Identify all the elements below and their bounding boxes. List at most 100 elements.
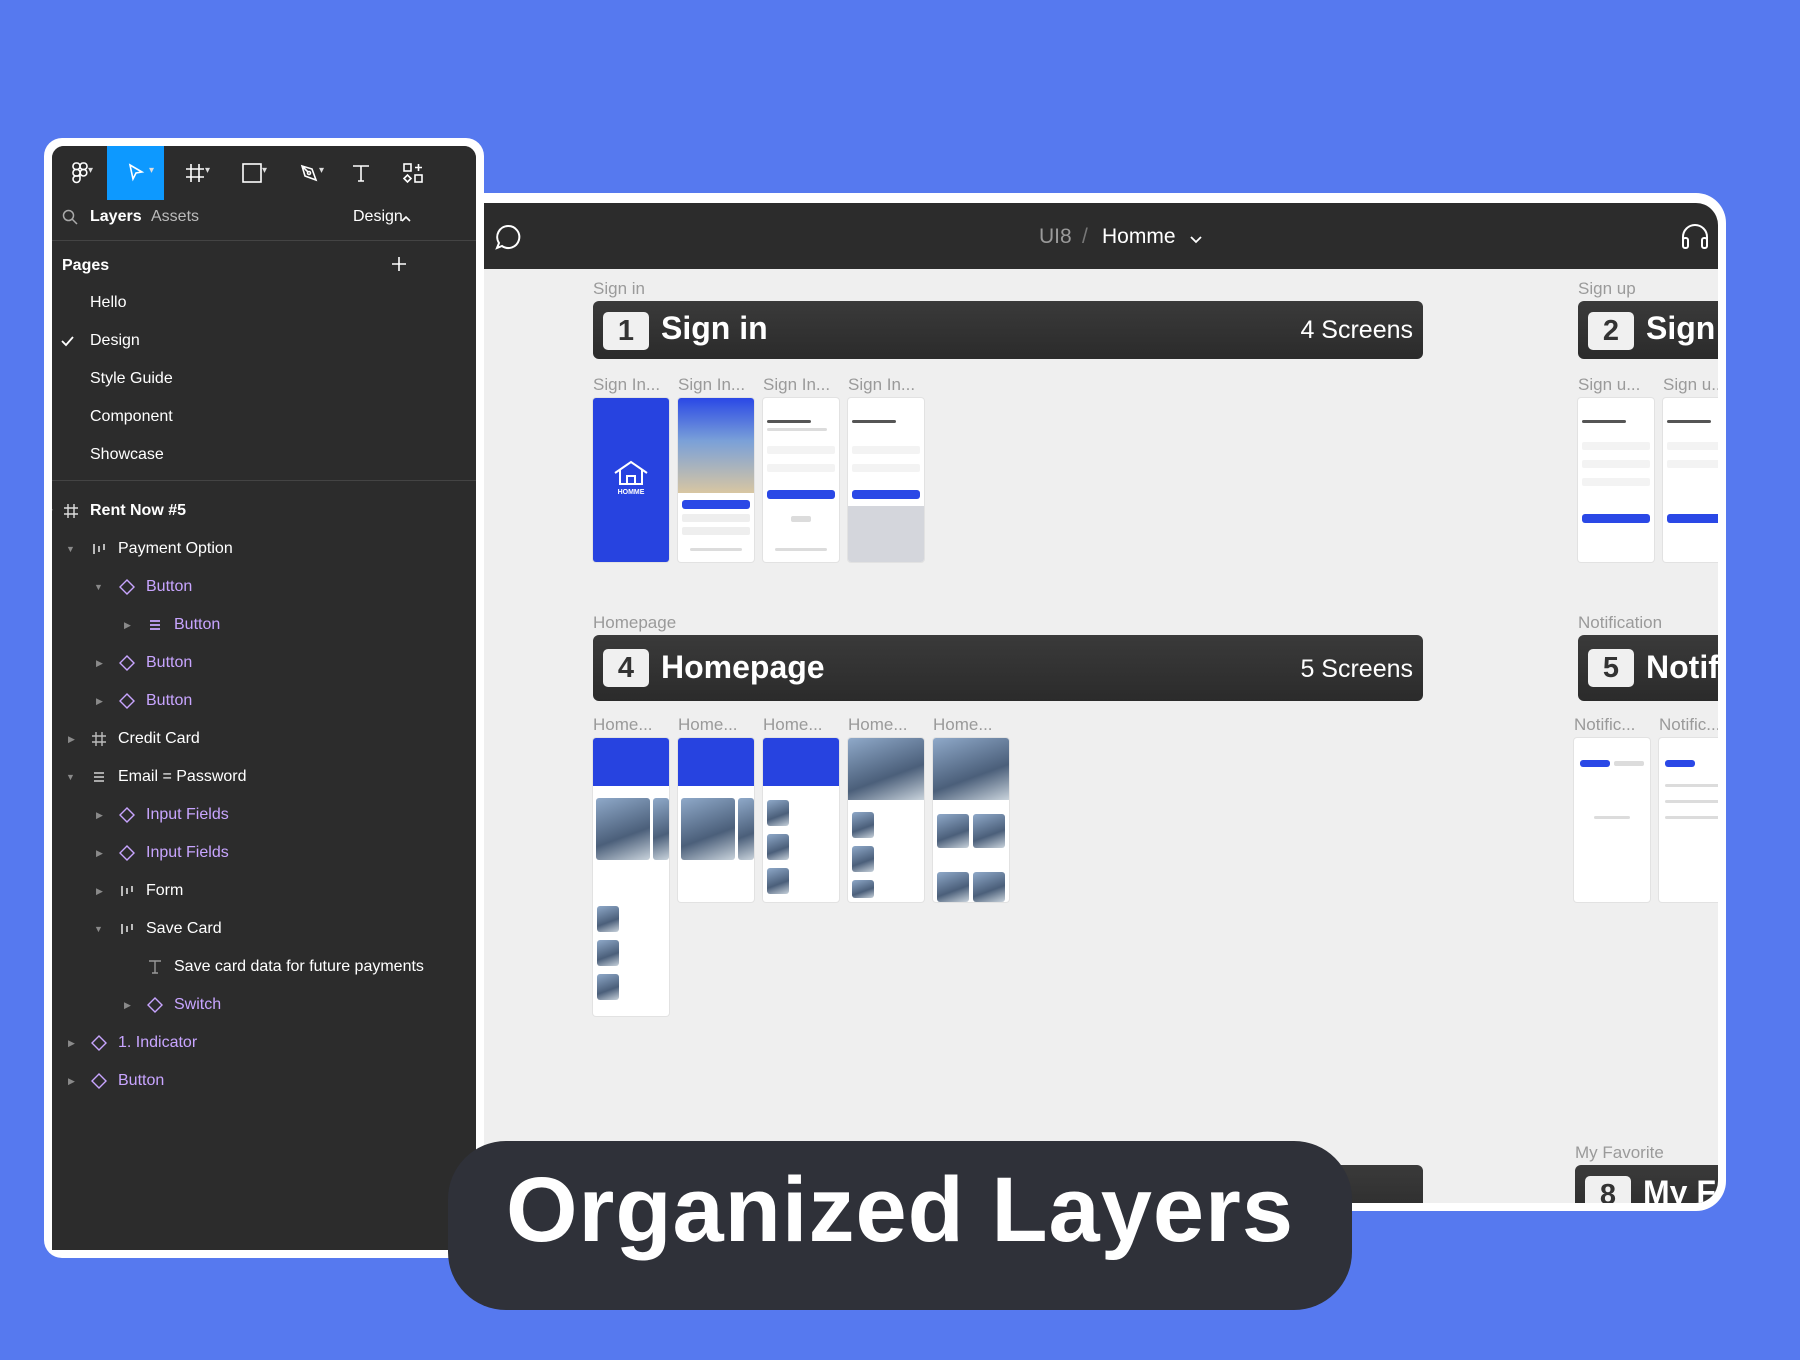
layer-row-button[interactable]: ▶ Button — [52, 682, 476, 720]
section-title: Homepage — [661, 649, 825, 685]
auto-layout-horizontal-icon — [146, 616, 164, 634]
layer-row-input-fields[interactable]: ▶ Input Fields — [52, 796, 476, 834]
section-label-sign-in: Sign in — [593, 279, 645, 298]
tab-layers[interactable]: Layers — [90, 208, 142, 226]
instance-diamond-icon — [118, 844, 136, 862]
frame-label: Home... — [678, 715, 738, 734]
frame-thumbnail-signup-filled[interactable] — [1663, 398, 1718, 562]
frame-label: Sign u... — [1663, 375, 1718, 394]
frame-thumbnail-signup[interactable] — [1578, 398, 1654, 562]
house-logo-icon — [614, 460, 648, 485]
frame-thumbnail-login[interactable] — [763, 398, 839, 562]
figma-menu-button[interactable]: ▾ — [52, 146, 107, 200]
layer-row-credit-card[interactable]: ▶ Credit Card — [52, 720, 476, 758]
rectangle-icon — [241, 163, 262, 183]
layer-label: Form — [146, 882, 184, 899]
shape-tool-button[interactable]: ▾ — [224, 146, 279, 200]
page-label: Design — [90, 332, 140, 349]
frame-label: Notific... — [1574, 715, 1636, 734]
page-item-style-guide[interactable]: Style Guide — [52, 360, 476, 398]
layer-row-form[interactable]: ▶ Form — [52, 872, 476, 910]
section-number-badge: 5 — [1588, 649, 1634, 687]
section-header-sign-up[interactable]: 2 Sign — [1578, 301, 1718, 359]
instance-diamond-icon — [118, 692, 136, 710]
main-toolbar: ▾ ▾ ▾ ▾ ▾ — [52, 146, 476, 200]
pages-heading: Pages — [62, 257, 110, 274]
layer-row-save-card-text[interactable]: Save card data for future payments — [52, 948, 476, 986]
layer-row-save-card[interactable]: ▼ Save Card — [52, 910, 476, 948]
auto-layout-vertical-icon — [90, 540, 108, 558]
section-label-my-favorite: My Favorite — [1575, 1143, 1664, 1162]
layer-row-button[interactable]: ▶ Button — [52, 1062, 476, 1100]
frame-label: Sign In... — [593, 375, 661, 394]
section-header-sign-in[interactable]: 1 Sign in 4 Screens — [593, 301, 1423, 359]
layer-label: Button — [118, 1072, 165, 1089]
section-number-badge: 1 — [603, 312, 649, 350]
frame-tool-button[interactable]: ▾ — [167, 146, 222, 200]
layer-row-indicator[interactable]: ▶ 1. Indicator — [52, 1024, 476, 1062]
design-dropdown[interactable]: Design — [353, 208, 403, 226]
move-tool-button[interactable]: ▾ — [107, 146, 164, 200]
frame-thumbnail-notification-empty[interactable] — [1574, 738, 1650, 902]
text-t-icon — [353, 165, 369, 182]
resources-tool-button[interactable] — [388, 146, 438, 200]
search-icon[interactable] — [62, 209, 78, 230]
section-number-badge: 4 — [603, 649, 649, 687]
auto-layout-horizontal-icon — [90, 768, 108, 786]
layer-row-rent-now[interactable]: ▾ Rent Now #5 — [52, 492, 476, 530]
page-label: Component — [90, 408, 173, 425]
layers-panel-card: ▾ ▾ ▾ ▾ ▾ Layers Assets Design Pages Hel… — [44, 138, 484, 1258]
page-item-design[interactable]: Design — [52, 322, 476, 360]
canvas-area[interactable]: UI8 / Homme Sign in Sign up Homepage Not… — [450, 203, 1718, 1203]
section-label-homepage: Homepage — [593, 613, 677, 632]
frame-label: Sign u... — [1578, 375, 1641, 394]
comment-icon[interactable] — [494, 223, 522, 256]
layer-label: Rent Now #5 — [90, 502, 187, 519]
layer-row-email-password[interactable]: ▼ Email = Password — [52, 758, 476, 796]
page-item-hello[interactable]: Hello — [52, 284, 476, 322]
frame-thumbnail-notification-list[interactable] — [1659, 738, 1718, 902]
frame-label: Notific... — [1659, 715, 1718, 734]
frame-thumbnail-onboarding[interactable] — [678, 398, 754, 562]
layer-row-input-fields[interactable]: ▶ Input Fields — [52, 834, 476, 872]
pen-tool-button[interactable]: ▾ — [281, 146, 336, 200]
section-title: Sign — [1646, 310, 1716, 346]
caption-title: Organized Layers — [505, 1159, 1295, 1261]
text-tool-button[interactable] — [336, 146, 386, 200]
frame-thumbnail-home[interactable] — [678, 738, 754, 902]
chevron-up-icon[interactable] — [401, 210, 411, 228]
section-header-notification[interactable]: 5 Notifi — [1578, 635, 1718, 701]
frame-thumbnail-home-featured[interactable] — [848, 738, 924, 902]
page-item-showcase[interactable]: Showcase — [52, 436, 476, 474]
frame-thumbnail-login-keyboard[interactable] — [848, 398, 924, 562]
tab-assets[interactable]: Assets — [151, 208, 199, 226]
layer-row-button[interactable]: ▼ Button — [52, 568, 476, 606]
frame-thumbnail-home-long[interactable] — [593, 738, 669, 1016]
section-number-badge: 2 — [1588, 312, 1634, 350]
section-header-my-favorite[interactable]: 8 My F — [1575, 1165, 1718, 1203]
breadcrumb-file[interactable]: Homme — [1102, 225, 1176, 249]
resources-icon — [402, 163, 423, 184]
page-label: Showcase — [90, 446, 164, 463]
section-header-homepage[interactable]: 4 Homepage 5 Screens — [593, 635, 1423, 701]
chevron-down-icon[interactable] — [1190, 231, 1202, 249]
layer-row-button[interactable]: ▶ Button — [52, 644, 476, 682]
add-page-icon[interactable] — [390, 255, 408, 278]
layer-label: Button — [174, 616, 221, 633]
cursor-arrow-icon — [128, 163, 144, 182]
layer-row-switch[interactable]: ▶ Switch — [52, 986, 476, 1024]
frame-thumbnail-home-grid[interactable] — [933, 738, 1009, 902]
layer-row-payment-option[interactable]: ▼ Payment Option — [52, 530, 476, 568]
frame-thumbnail-splash[interactable]: HOMME — [593, 398, 669, 562]
frame-thumbnail-home-list[interactable] — [763, 738, 839, 902]
breadcrumb-team[interactable]: UI8 — [1039, 225, 1072, 249]
headphones-icon[interactable] — [1680, 222, 1710, 255]
breadcrumb-separator: / — [1082, 225, 1088, 248]
layer-row-button-nested[interactable]: ▶ Button — [52, 606, 476, 644]
page-item-component[interactable]: Component — [52, 398, 476, 436]
layer-label: Credit Card — [118, 730, 200, 747]
instance-diamond-icon — [146, 996, 164, 1014]
frame-label: Home... — [933, 715, 993, 734]
layers-panel: ▾ ▾ ▾ ▾ ▾ Layers Assets Design Pages Hel… — [52, 146, 476, 1250]
canvas-window: UI8 / Homme Sign in Sign up Homepage Not… — [442, 193, 1726, 1211]
